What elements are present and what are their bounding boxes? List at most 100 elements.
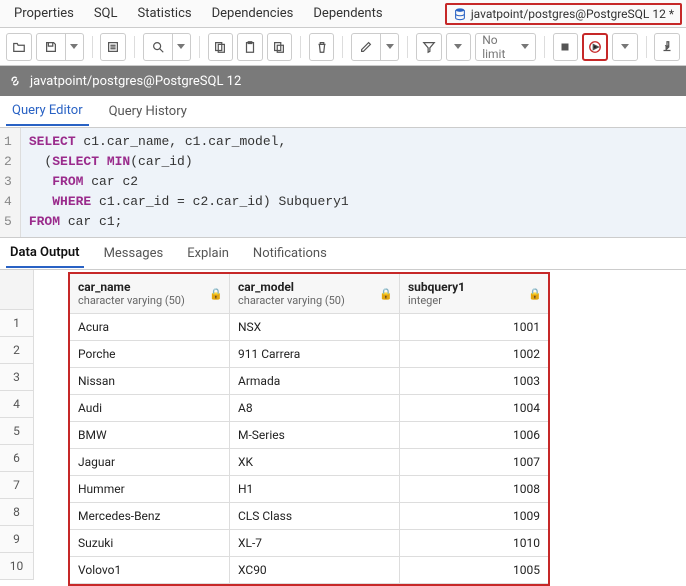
cell-car-name[interactable]: Nissan (70, 368, 230, 394)
row-number[interactable]: 7 (0, 472, 34, 499)
file-tab-label: javatpoint/postgres@PostgreSQL 12 * (471, 7, 674, 21)
cell-car-model[interactable]: A8 (230, 395, 400, 421)
table-row[interactable]: AudiA81004 (70, 395, 548, 422)
table-row[interactable]: Porche911 Carrera1002 (70, 341, 548, 368)
connection-label: javatpoint/postgres@PostgreSQL 12 (30, 74, 241, 89)
tab-dependencies[interactable]: Dependencies (202, 2, 304, 25)
copy-button[interactable] (208, 33, 234, 61)
edit-dropdown[interactable] (381, 33, 399, 61)
cell-subquery1[interactable]: 1004 (400, 395, 548, 421)
cell-car-name[interactable]: Porche (70, 341, 230, 367)
table-row[interactable]: BMWM-Series1006 (70, 422, 548, 449)
cell-subquery1[interactable]: 1006 (400, 422, 548, 448)
table-row[interactable]: SuzukiXL-71010 (70, 530, 548, 557)
save-dropdown[interactable] (66, 33, 84, 61)
table-row[interactable]: NissanArmada1003 (70, 368, 548, 395)
row-number[interactable]: 1 (0, 310, 34, 337)
clipboard-button[interactable] (267, 33, 293, 61)
table-row[interactable]: Mercedes-BenzCLS Class1009 (70, 503, 548, 530)
filter-dropdown[interactable] (446, 33, 472, 61)
row-number[interactable]: 3 (0, 364, 34, 391)
cell-car-name[interactable]: Acura (70, 314, 230, 340)
database-icon (453, 7, 467, 21)
cell-car-name[interactable]: Audi (70, 395, 230, 421)
save-button[interactable] (36, 33, 66, 61)
cell-subquery1[interactable]: 1007 (400, 449, 548, 475)
limit-select[interactable]: No limit (475, 33, 536, 61)
find-dropdown[interactable] (173, 33, 191, 61)
row-number[interactable]: 8 (0, 499, 34, 526)
table-row[interactable]: Volovo1XC901005 (70, 557, 548, 584)
execute-button[interactable] (582, 33, 608, 61)
file-tab[interactable]: javatpoint/postgres@PostgreSQL 12 * (445, 3, 682, 25)
cell-subquery1[interactable]: 1001 (400, 314, 548, 340)
row-number[interactable]: 4 (0, 391, 34, 418)
cell-car-model[interactable]: XC90 (230, 557, 400, 583)
cell-car-model[interactable]: 911 Carrera (230, 341, 400, 367)
cell-car-model[interactable]: M-Series (230, 422, 400, 448)
cell-car-name[interactable]: Volovo1 (70, 557, 230, 583)
execute-dropdown[interactable] (612, 33, 638, 61)
col-car-model[interactable]: car_model character varying (50) 🔒 (230, 274, 400, 313)
cell-car-name[interactable]: BMW (70, 422, 230, 448)
cell-car-name[interactable]: Jaguar (70, 449, 230, 475)
find-button[interactable] (143, 33, 173, 61)
delete-button[interactable] (309, 33, 335, 61)
cell-car-name[interactable]: Mercedes-Benz (70, 503, 230, 529)
line-gutter: 1 2 3 4 5 (0, 128, 21, 237)
tab-query-history[interactable]: Query History (103, 98, 193, 125)
grid-header: car_name character varying (50) 🔒 car_mo… (70, 274, 548, 314)
row-number[interactable]: 6 (0, 445, 34, 472)
tab-dependents[interactable]: Dependents (303, 2, 392, 25)
top-tab-bar: Properties SQL Statistics Dependencies D… (0, 0, 686, 28)
cell-subquery1[interactable]: 1008 (400, 476, 548, 502)
toolbar: No limit (0, 28, 686, 66)
tab-explain[interactable]: Explain (183, 240, 233, 267)
download-button[interactable] (654, 33, 680, 61)
tab-messages[interactable]: Messages (100, 240, 168, 267)
cell-subquery1[interactable]: 1010 (400, 530, 548, 556)
cell-car-model[interactable]: XL-7 (230, 530, 400, 556)
query-subtabs: Query Editor Query History (0, 96, 686, 128)
lock-icon: 🔒 (209, 287, 223, 300)
tab-notifications[interactable]: Notifications (249, 240, 331, 267)
row-number[interactable]: 10 (0, 553, 34, 580)
code-area[interactable]: SELECT c1.car_name, c1.car_model, (SELEC… (21, 128, 686, 237)
results-grid: 12345678910 car_name character varying (… (0, 270, 686, 586)
cell-subquery1[interactable]: 1002 (400, 341, 548, 367)
table-row[interactable]: AcuraNSX1001 (70, 314, 548, 341)
cell-subquery1[interactable]: 1009 (400, 503, 548, 529)
cell-car-name[interactable]: Suzuki (70, 530, 230, 556)
edit-button[interactable] (351, 33, 381, 61)
lock-icon: 🔒 (379, 287, 393, 300)
sql-editor[interactable]: 1 2 3 4 5 SELECT c1.car_name, c1.car_mod… (0, 128, 686, 238)
link-icon (8, 74, 22, 88)
row-number[interactable]: 5 (0, 418, 34, 445)
tab-data-output[interactable]: Data Output (6, 239, 84, 268)
tab-query-editor[interactable]: Query Editor (6, 97, 89, 126)
filter-button[interactable] (416, 33, 442, 61)
open-file-button[interactable] (6, 33, 32, 61)
col-car-name[interactable]: car_name character varying (50) 🔒 (70, 274, 230, 313)
col-subquery1[interactable]: subquery1 integer 🔒 (400, 274, 548, 313)
cell-subquery1[interactable]: 1003 (400, 368, 548, 394)
cell-car-model[interactable]: CLS Class (230, 503, 400, 529)
row-number[interactable]: 2 (0, 337, 34, 364)
tab-statistics[interactable]: Statistics (128, 2, 202, 25)
cell-subquery1[interactable]: 1005 (400, 557, 548, 583)
tab-sql[interactable]: SQL (84, 2, 128, 25)
cell-car-name[interactable]: Hummer (70, 476, 230, 502)
cell-car-model[interactable]: XK (230, 449, 400, 475)
tab-properties[interactable]: Properties (4, 2, 84, 25)
output-tabs: Data Output Messages Explain Notificatio… (0, 238, 686, 270)
paste-button[interactable] (237, 33, 263, 61)
cell-car-model[interactable]: H1 (230, 476, 400, 502)
table-row[interactable]: HummerH11008 (70, 476, 548, 503)
copy-sql-button[interactable] (100, 33, 126, 61)
cell-car-model[interactable]: NSX (230, 314, 400, 340)
stop-button[interactable] (553, 33, 579, 61)
row-number[interactable]: 9 (0, 526, 34, 553)
connection-bar: javatpoint/postgres@PostgreSQL 12 (0, 66, 686, 96)
table-row[interactable]: JaguarXK1007 (70, 449, 548, 476)
cell-car-model[interactable]: Armada (230, 368, 400, 394)
